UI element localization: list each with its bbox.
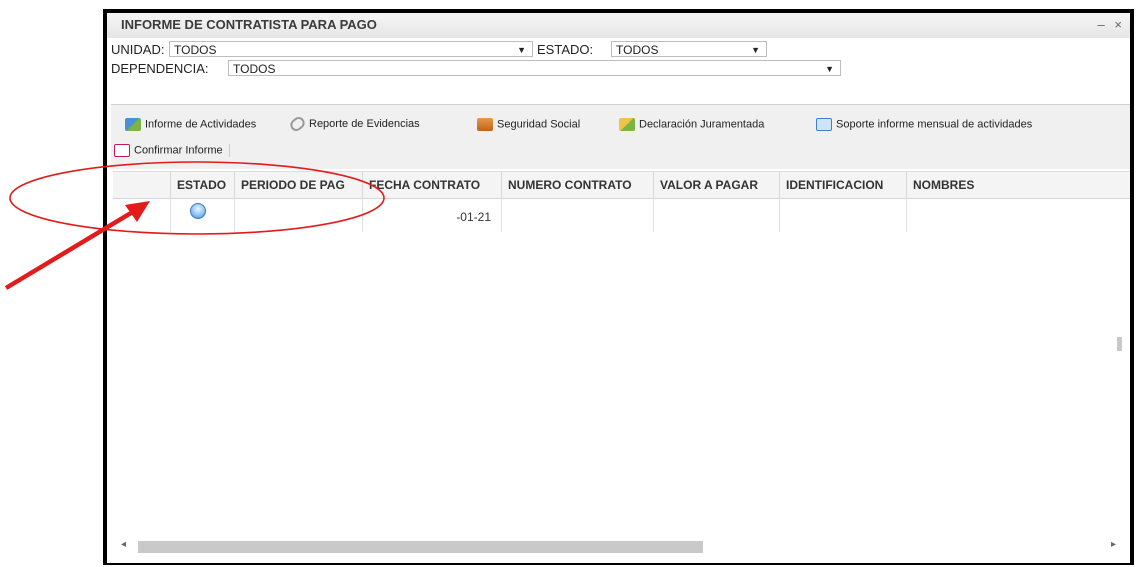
edit-checklist-icon (114, 144, 130, 157)
status-circle-icon[interactable] (190, 203, 206, 219)
estado-label: ESTADO: (537, 42, 594, 57)
seguridad-social-button[interactable]: Seguridad Social (477, 118, 580, 131)
soporte-informe-button[interactable]: Soporte informe mensual de actividades (816, 118, 1032, 131)
paperclip-icon (287, 114, 308, 134)
close-icon[interactable]: × (1114, 17, 1122, 32)
estado-cell (171, 198, 235, 232)
informe-actividades-button[interactable]: Informe de Actividades (125, 118, 256, 131)
unidad-dropdown-icon[interactable]: ▼ (517, 42, 526, 58)
unidad-select[interactable]: TODOS ▼ (169, 41, 533, 57)
scroll-left-icon[interactable]: ◂ (121, 539, 126, 550)
col-estado[interactable]: ESTADO (171, 172, 235, 198)
col-selector (113, 172, 171, 198)
unidad-label: UNIDAD: (111, 42, 165, 57)
action-toolbar: Informe de Actividades Reporte de Eviden… (111, 104, 1130, 169)
estado-dropdown-icon[interactable]: ▼ (751, 42, 760, 58)
declaracion-juramentada-button[interactable]: Declaración Juramentada (619, 118, 764, 131)
table-row[interactable]: -01-21 (113, 198, 1130, 232)
horizontal-scrollbar[interactable]: ◂ ▸ (117, 539, 1120, 553)
valor-pagar-cell (654, 198, 780, 232)
horizontal-scrollbar-thumb[interactable] (138, 541, 703, 553)
col-identificacion[interactable]: IDENTIFICACION (780, 172, 907, 198)
col-numero-contrato[interactable]: NUMERO CONTRATO (502, 172, 654, 198)
scroll-right-icon[interactable]: ▸ (1111, 539, 1116, 550)
nombres-cell (907, 198, 1130, 232)
book-icon (816, 118, 832, 131)
estado-value: TODOS (616, 43, 659, 57)
col-periodo[interactable]: PERIODO DE PAG (235, 172, 363, 198)
grid-header: ESTADO PERIODO DE PAG FECHA CONTRATO NUM… (113, 171, 1130, 199)
dependencia-select[interactable]: TODOS ▼ (228, 60, 841, 76)
unidad-value: TODOS (174, 43, 217, 57)
col-fecha-contrato[interactable]: FECHA CONTRATO (363, 172, 502, 198)
col-nombres[interactable]: NOMBRES (907, 172, 1130, 198)
report-icon (125, 118, 141, 131)
estado-select[interactable]: TODOS ▼ (611, 41, 767, 57)
title-bar: INFORME DE CONTRATISTA PARA PAGO – × (107, 13, 1130, 38)
certificate-icon (619, 118, 635, 131)
row-selector-cell[interactable] (113, 198, 171, 232)
periodo-cell (235, 198, 363, 232)
minimize-icon[interactable]: – (1098, 17, 1105, 32)
briefcase-icon (477, 118, 493, 131)
report-window: INFORME DE CONTRATISTA PARA PAGO – × UNI… (103, 9, 1134, 565)
fecha-contrato-cell: -01-21 (363, 198, 502, 232)
reporte-evidencias-button[interactable]: Reporte de Evidencias (287, 114, 420, 134)
col-valor-pagar[interactable]: VALOR A PAGAR (654, 172, 780, 198)
vertical-scrollbar-thumb[interactable] (1117, 337, 1122, 351)
numero-contrato-cell (502, 198, 654, 232)
identificacion-cell (780, 198, 907, 232)
confirmar-informe-button[interactable]: Confirmar Informe (114, 144, 230, 157)
dependencia-dropdown-icon[interactable]: ▼ (825, 61, 834, 77)
dependencia-value: TODOS (233, 62, 276, 76)
window-title: INFORME DE CONTRATISTA PARA PAGO (121, 17, 377, 32)
dependencia-label: DEPENDENCIA: (111, 61, 209, 76)
